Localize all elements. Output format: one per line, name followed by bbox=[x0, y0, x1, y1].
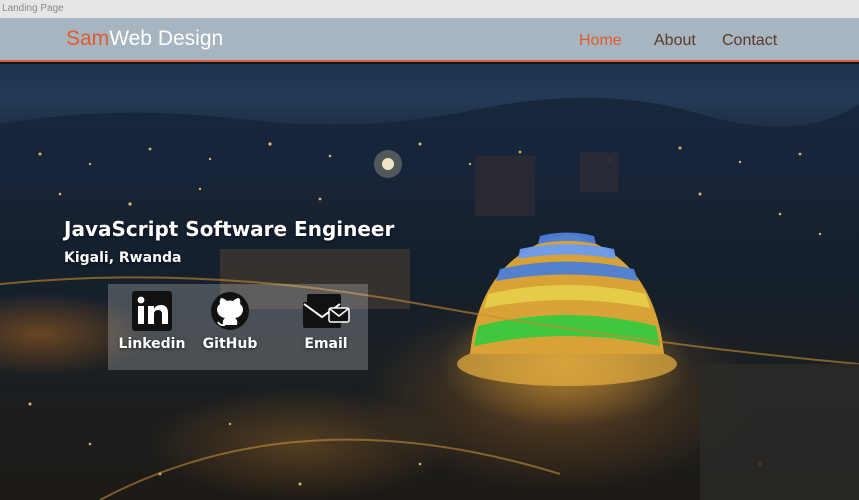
window-title: Landing Page bbox=[0, 0, 859, 18]
nav-about-link[interactable]: About bbox=[654, 32, 696, 50]
navbar: SamWeb Design Home About Contact bbox=[0, 18, 859, 62]
night-city-aerial-image bbox=[0, 97, 859, 500]
linkedin-link[interactable]: Linkedin bbox=[112, 284, 192, 370]
email-link[interactable]: Email bbox=[286, 284, 366, 370]
nav-home-link[interactable]: Home bbox=[579, 32, 622, 50]
brand-logo[interactable]: SamWeb Design bbox=[66, 27, 223, 51]
github-link[interactable]: GitHub bbox=[190, 284, 270, 370]
linkedin-icon bbox=[132, 291, 172, 331]
linkedin-label: Linkedin bbox=[118, 336, 186, 352]
brand-rest: Web Design bbox=[109, 27, 224, 50]
social-links-panel: Linkedin GitHub Email bbox=[108, 284, 368, 370]
hero-section: JavaScript Software Engineer Kigali, Rwa… bbox=[0, 64, 859, 500]
nav-contact-link[interactable]: Contact bbox=[722, 32, 777, 50]
hero-location: Kigali, Rwanda bbox=[64, 250, 182, 266]
email-icon bbox=[303, 294, 350, 328]
email-label: Email bbox=[304, 336, 348, 352]
hero-headline: JavaScript Software Engineer bbox=[64, 217, 395, 241]
github-icon bbox=[211, 292, 249, 330]
github-label: GitHub bbox=[202, 336, 258, 352]
brand-accent: Sam bbox=[66, 27, 110, 50]
